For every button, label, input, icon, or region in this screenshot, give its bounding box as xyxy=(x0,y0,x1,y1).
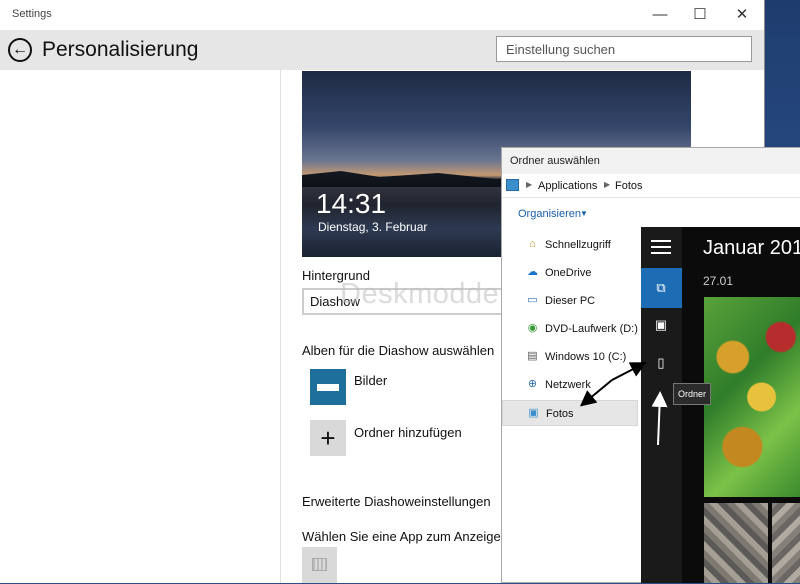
black-arrow xyxy=(579,379,613,407)
white-arrow xyxy=(651,391,668,446)
black-arrow xyxy=(611,362,647,381)
annotation-arrows xyxy=(579,362,668,446)
